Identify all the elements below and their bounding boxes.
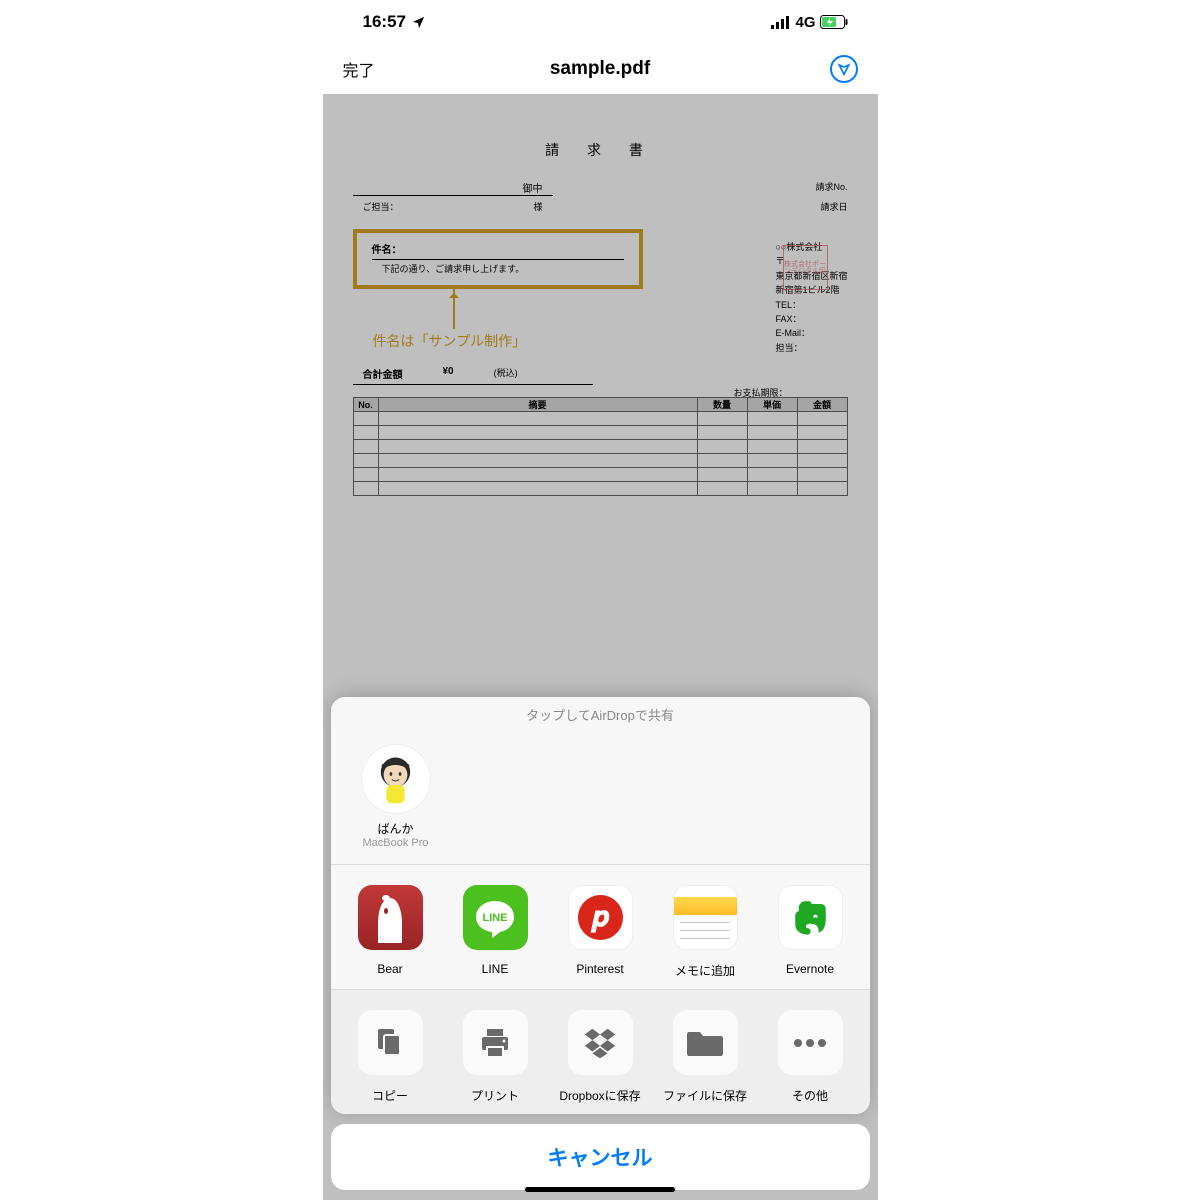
- action-label: Dropboxに保存: [559, 1087, 640, 1104]
- share-sheet: タップしてAirDropで共有 ばんか MacBook Pro Bear: [331, 697, 870, 1200]
- action-label: コピー: [372, 1087, 408, 1104]
- status-bar: 16:57 4G: [323, 0, 878, 44]
- airdrop-section: ばんか MacBook Pro: [331, 729, 870, 865]
- home-indicator[interactable]: [525, 1187, 675, 1192]
- airdrop-target[interactable]: ばんか MacBook Pro: [351, 744, 441, 849]
- battery-icon: [820, 15, 848, 29]
- cancel-button[interactable]: キャンセル: [331, 1124, 870, 1190]
- copy-icon: [358, 1010, 423, 1075]
- network-label: 4G: [795, 14, 815, 31]
- pinterest-icon: 𝒑: [568, 885, 633, 950]
- action-more[interactable]: その他: [763, 1010, 858, 1104]
- share-app-line[interactable]: LINE LINE: [448, 885, 543, 979]
- airdrop-header: タップしてAirDropで共有: [331, 697, 870, 729]
- folder-icon: [673, 1010, 738, 1075]
- action-section: コピー プリント Dropboxに保存: [331, 990, 870, 1114]
- action-label: プリント: [471, 1087, 519, 1104]
- share-app-notes[interactable]: メモに追加: [658, 885, 753, 979]
- dropbox-icon: [568, 1010, 633, 1075]
- share-app-bear[interactable]: Bear: [343, 885, 438, 979]
- status-time: 16:57: [363, 12, 406, 32]
- action-print[interactable]: プリント: [448, 1010, 543, 1104]
- airdrop-device: MacBook Pro: [362, 837, 428, 849]
- action-dropbox[interactable]: Dropboxに保存: [553, 1010, 648, 1104]
- more-icon: [778, 1010, 843, 1075]
- notes-icon: [673, 885, 738, 950]
- airdrop-avatar: [361, 744, 431, 814]
- action-label: その他: [792, 1087, 828, 1104]
- app-label: Pinterest: [576, 962, 623, 976]
- app-label: LINE: [482, 962, 509, 976]
- nav-bar: 完了 sample.pdf: [323, 44, 878, 94]
- bear-icon: [358, 885, 423, 950]
- share-app-evernote[interactable]: Evernote: [763, 885, 858, 979]
- action-copy[interactable]: コピー: [343, 1010, 438, 1104]
- evernote-icon: [778, 885, 843, 950]
- share-app-pinterest[interactable]: 𝒑 Pinterest: [553, 885, 648, 979]
- line-icon: LINE: [463, 885, 528, 950]
- done-button[interactable]: 完了: [343, 57, 375, 81]
- airdrop-name: ばんか: [377, 820, 413, 837]
- annotate-icon[interactable]: [830, 55, 858, 83]
- svg-text:LINE: LINE: [482, 912, 507, 924]
- app-share-section: Bear LINE LINE 𝒑 Pinterest: [331, 865, 870, 990]
- signal-icon: [771, 16, 791, 29]
- app-label: Evernote: [786, 962, 834, 976]
- app-label: Bear: [377, 962, 402, 976]
- page-title: sample.pdf: [550, 58, 650, 80]
- phone-frame: 16:57 4G 完了 sample.pdf 請 求 書 御中 請求No. ご担…: [323, 0, 878, 1200]
- location-icon: [411, 15, 426, 30]
- app-label: メモに追加: [675, 962, 735, 979]
- print-icon: [463, 1010, 528, 1075]
- action-files[interactable]: ファイルに保存: [658, 1010, 753, 1104]
- action-label: ファイルに保存: [663, 1087, 747, 1104]
